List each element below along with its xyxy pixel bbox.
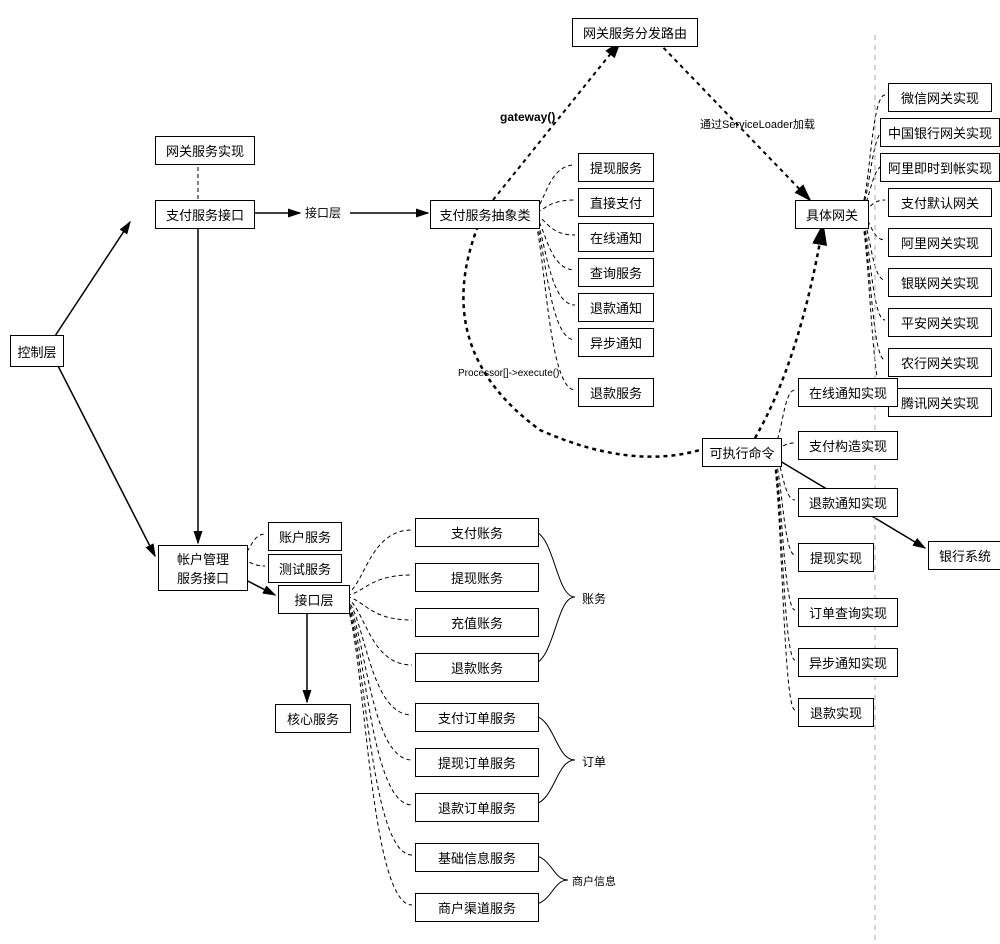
node-pay-order-svc: 支付订单服务 [415, 703, 539, 732]
label: 核心服务 [287, 709, 339, 728]
label: 帐户管理 服务接口 [177, 549, 229, 587]
label: 充值账务 [451, 613, 503, 632]
group-label-merchant-info: 商户信息 [572, 873, 616, 889]
edge-label-processor: Processor[]->execute() [458, 368, 559, 379]
label: 接口层 [294, 590, 333, 609]
node-online-notify: 在线通知 [578, 223, 654, 252]
node-withdraw-svc: 提现服务 [578, 153, 654, 182]
label: 异步通知 [590, 333, 642, 352]
node-test-svc: 测试服务 [268, 554, 342, 583]
node-gw-wechat: 微信网关实现 [888, 83, 992, 112]
label: 网关服务分发路由 [583, 23, 687, 42]
edge-label-gateway0: gateway() [500, 110, 555, 124]
label: 订单查询实现 [809, 603, 887, 622]
node-executable-cmd: 可执行命令 [702, 438, 782, 467]
label: 退款通知 [590, 298, 642, 317]
node-concrete-gw: 具体网关 [795, 200, 869, 229]
node-pay-service-if: 支付服务接口 [155, 200, 255, 229]
label: 中国银行网关实现 [888, 123, 992, 142]
label: 退款账务 [451, 658, 503, 677]
node-gw-paydefault: 支付默认网关 [888, 188, 992, 217]
label: 支付默认网关 [901, 193, 979, 212]
node-gateway-impl: 网关服务实现 [155, 136, 255, 165]
label: 支付服务抽象类 [439, 205, 530, 224]
node-exec-async-notify: 异步通知实现 [798, 648, 898, 677]
label: 退款服务 [590, 383, 642, 402]
label: 在线通知 [590, 228, 642, 247]
node-exec-order-query: 订单查询实现 [798, 598, 898, 627]
label: 银联网关实现 [901, 273, 979, 292]
label: 测试服务 [279, 559, 331, 578]
node-control-layer: 控制层 [10, 335, 64, 367]
label-interface-layer1: 接口层 [305, 204, 341, 221]
node-merchant-channel-svc: 商户渠道服务 [415, 893, 539, 922]
node-refund-notify: 退款通知 [578, 293, 654, 322]
node-withdraw-acct: 提现账务 [415, 563, 539, 592]
node-exec-pay-build: 支付构造实现 [798, 431, 898, 460]
label: 提现订单服务 [438, 753, 516, 772]
group-label-orders: 订单 [582, 753, 606, 770]
node-refund-order-svc: 退款订单服务 [415, 793, 539, 822]
label: 支付服务接口 [166, 205, 244, 224]
node-gateway-dispatch: 网关服务分发路由 [572, 18, 698, 47]
diagram-canvas: 控制层 网关服务实现 支付服务接口 接口层 支付服务抽象类 网关服务分发路由 提… [0, 0, 1000, 944]
node-basic-info-svc: 基础信息服务 [415, 843, 539, 872]
label: 网关服务实现 [166, 141, 244, 160]
label: 直接支付 [590, 193, 642, 212]
group-label-accounts: 账务 [582, 590, 606, 607]
node-withdraw-order-svc: 提现订单服务 [415, 748, 539, 777]
label: 退款订单服务 [438, 798, 516, 817]
node-exec-refund-notify: 退款通知实现 [798, 488, 898, 517]
label: 提现实现 [810, 548, 862, 567]
node-pay-acct: 支付账务 [415, 518, 539, 547]
label: 提现账务 [451, 568, 503, 587]
node-recharge-acct: 充值账务 [415, 608, 539, 637]
label: 阿里即时到帐实现 [888, 158, 992, 177]
label: 查询服务 [590, 263, 642, 282]
label: 在线通知实现 [809, 383, 887, 402]
label: 银行系统 [939, 546, 991, 565]
label: 提现服务 [590, 158, 642, 177]
edge-label-svc-loader: 通过ServiceLoader加载 [700, 116, 815, 132]
label: 腾讯网关实现 [901, 393, 979, 412]
node-interface-layer2: 接口层 [278, 585, 350, 614]
label: 商户渠道服务 [438, 898, 516, 917]
label: 账户服务 [279, 527, 331, 546]
label: 平安网关实现 [901, 313, 979, 332]
label: 支付构造实现 [809, 436, 887, 455]
label: 基础信息服务 [438, 848, 516, 867]
label: 退款通知实现 [809, 493, 887, 512]
node-core-svc: 核心服务 [275, 704, 351, 733]
label: 具体网关 [806, 205, 858, 224]
node-refund-svc: 退款服务 [578, 378, 654, 407]
node-gw-abc: 农行网关实现 [888, 348, 992, 377]
label: 可执行命令 [709, 443, 774, 462]
node-acct-svc: 账户服务 [268, 522, 342, 551]
node-gw-ali: 阿里网关实现 [888, 228, 992, 257]
node-async-notify: 异步通知 [578, 328, 654, 357]
node-gw-union: 银联网关实现 [888, 268, 992, 297]
label: 微信网关实现 [901, 88, 979, 107]
label: 农行网关实现 [901, 353, 979, 372]
node-exec-withdraw: 提现实现 [798, 543, 874, 572]
label: 支付账务 [451, 523, 503, 542]
node-gw-boc: 中国银行网关实现 [880, 118, 1000, 147]
label: 退款实现 [810, 703, 862, 722]
node-gw-pingan: 平安网关实现 [888, 308, 992, 337]
node-acct-mgmt-if: 帐户管理 服务接口 [158, 545, 248, 591]
node-refund-acct: 退款账务 [415, 653, 539, 682]
label: 支付订单服务 [438, 708, 516, 727]
node-exec-refund: 退款实现 [798, 698, 874, 727]
node-bank-system: 银行系统 [928, 541, 1000, 570]
node-query-svc: 查询服务 [578, 258, 654, 287]
label: 阿里网关实现 [901, 233, 979, 252]
label: 控制层 [17, 342, 56, 361]
node-gw-tencent: 腾讯网关实现 [888, 388, 992, 417]
node-direct-pay: 直接支付 [578, 188, 654, 217]
label: 异步通知实现 [809, 653, 887, 672]
node-pay-abstract: 支付服务抽象类 [430, 200, 540, 229]
node-exec-online-notify: 在线通知实现 [798, 378, 898, 407]
node-gw-ali-instant: 阿里即时到帐实现 [880, 153, 1000, 182]
